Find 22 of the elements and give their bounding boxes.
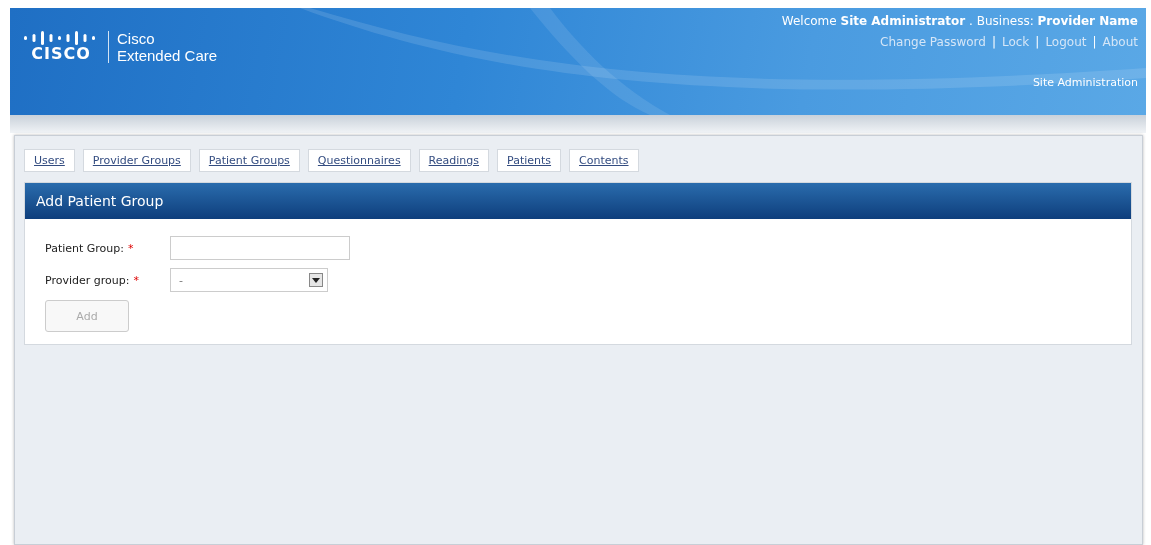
welcome-text: Welcome Site Administrator . Business: Provider Name: [781, 14, 1138, 28]
nav-tab[interactable]: Contents: [569, 149, 639, 172]
nav-tab[interactable]: Provider Groups: [82, 149, 191, 172]
nav-tab[interactable]: Patient Groups: [198, 149, 300, 172]
link-separator: |: [991, 35, 996, 49]
dropdown-field[interactable]: -: [170, 268, 328, 292]
nav-tab[interactable]: Readings: [418, 149, 489, 172]
link-separator: |: [1092, 35, 1097, 49]
input-field[interactable]: [170, 236, 350, 260]
required-mark: *: [128, 241, 134, 255]
field-label: Provider group:: [45, 273, 130, 287]
section-label: Site Administration: [1032, 76, 1138, 89]
nav-tab[interactable]: Patients: [497, 149, 562, 172]
link-separator: |: [1035, 35, 1040, 49]
product-name: Cisco: [117, 30, 156, 47]
field-label: Patient Group:: [45, 241, 124, 255]
form-title: Add Patient Group: [25, 183, 1131, 219]
nav-tab[interactable]: Questionnaires: [307, 149, 411, 172]
nav-tab[interactable]: Users: [24, 149, 75, 172]
required-mark: *: [133, 273, 139, 287]
cisco-logo: CISCO: [24, 31, 109, 63]
product-name: Extended Care: [117, 47, 218, 64]
